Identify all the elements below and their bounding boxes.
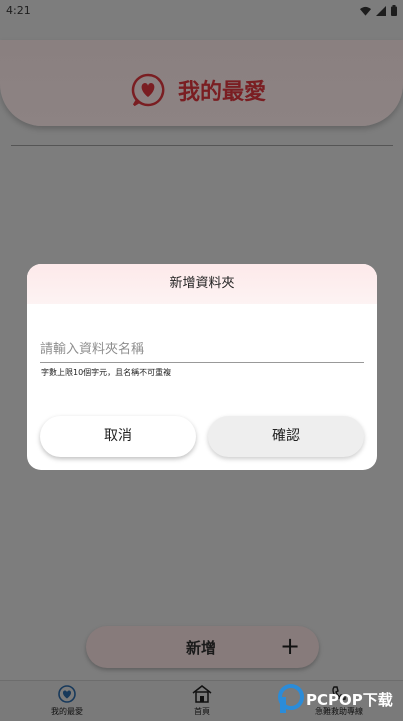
folder-name-field[interactable] xyxy=(40,338,364,363)
heart-chat-icon xyxy=(131,73,165,107)
folder-name-input[interactable] xyxy=(40,338,364,361)
nav-label-favorites: 我的最愛 xyxy=(51,707,83,716)
watermark-text: PCPOP下载 xyxy=(306,690,393,709)
home-icon xyxy=(192,685,212,703)
confirm-button[interactable]: 確認 xyxy=(208,416,364,457)
nav-item-home[interactable]: 首頁 xyxy=(167,685,237,717)
status-icons xyxy=(360,5,397,16)
input-hint: 字數上限10個字元，且名稱不可重複 xyxy=(41,368,172,377)
new-folder-dialog: 新增資料夾 字數上限10個字元，且名稱不可重複 取消 確認 xyxy=(27,264,377,470)
dialog-title: 新增資料夾 xyxy=(27,264,377,304)
nav-item-favorites[interactable]: 我的最愛 xyxy=(32,685,102,717)
divider xyxy=(11,145,393,146)
add-folder-button[interactable]: 新增 + xyxy=(86,626,319,668)
page-title: 我的最愛 xyxy=(178,80,267,105)
header: 我的最愛 xyxy=(130,72,266,108)
watermark: PCPOP下载 xyxy=(278,684,393,714)
battery-icon xyxy=(391,5,397,16)
plus-icon: + xyxy=(280,632,301,660)
add-label: 新增 xyxy=(186,639,217,657)
status-bar: 4:21 xyxy=(0,0,403,22)
watermark-logo-icon xyxy=(278,684,304,713)
nav-label-home: 首頁 xyxy=(194,707,210,716)
cancel-button[interactable]: 取消 xyxy=(40,416,196,457)
heart-icon xyxy=(58,685,76,703)
wifi-icon xyxy=(360,6,371,16)
signal-icon xyxy=(376,5,386,16)
status-time: 4:21 xyxy=(6,4,31,17)
